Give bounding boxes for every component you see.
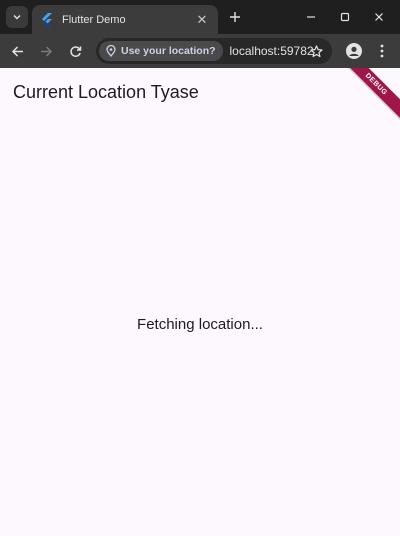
tab-strip: Flutter Demo ✕ xyxy=(0,0,400,34)
minimize-button[interactable] xyxy=(294,0,328,34)
reload-button[interactable] xyxy=(63,39,87,63)
location-pin-icon xyxy=(105,45,117,57)
plus-icon xyxy=(230,12,240,22)
more-vert-icon xyxy=(380,44,384,58)
close-icon xyxy=(375,13,383,21)
page-title: Current Location Tyase xyxy=(13,82,199,102)
tab-title: Flutter Demo xyxy=(62,13,126,26)
reload-icon xyxy=(69,45,81,57)
location-chip-label: Use your location? xyxy=(121,45,216,57)
location-permission-chip[interactable]: Use your location? xyxy=(99,41,223,61)
maximize-button[interactable] xyxy=(328,0,362,34)
menu-button[interactable] xyxy=(370,39,394,63)
flutter-logo-icon xyxy=(40,12,54,27)
browser-toolbar: Use your location? localhost:59782 xyxy=(0,34,400,68)
chevron-down-icon xyxy=(13,15,21,20)
bookmark-star-icon[interactable] xyxy=(307,42,325,60)
forward-button[interactable] xyxy=(34,39,58,63)
back-button[interactable] xyxy=(5,39,29,63)
avatar-icon xyxy=(346,43,362,59)
debug-banner-label: DEBUG xyxy=(363,72,389,97)
tab-close-icon[interactable]: ✕ xyxy=(194,12,210,28)
profile-button[interactable] xyxy=(342,39,366,63)
window-close-button[interactable] xyxy=(362,0,396,34)
app-page: Current Location Tyase Fetching location… xyxy=(0,68,400,536)
address-bar[interactable]: Use your location? localhost:59782 xyxy=(96,38,332,64)
arrow-right-icon xyxy=(40,45,52,57)
tab-search-button[interactable] xyxy=(6,6,28,28)
maximize-icon xyxy=(340,12,350,22)
minimize-icon xyxy=(307,16,315,18)
tab-flutter-demo[interactable]: Flutter Demo ✕ xyxy=(32,5,218,34)
arrow-left-icon xyxy=(11,45,23,57)
status-message: Fetching location... xyxy=(137,316,263,333)
url-text: localhost:59782 xyxy=(229,44,314,58)
new-tab-button[interactable] xyxy=(224,6,246,28)
debug-banner: DEBUG xyxy=(332,68,400,128)
